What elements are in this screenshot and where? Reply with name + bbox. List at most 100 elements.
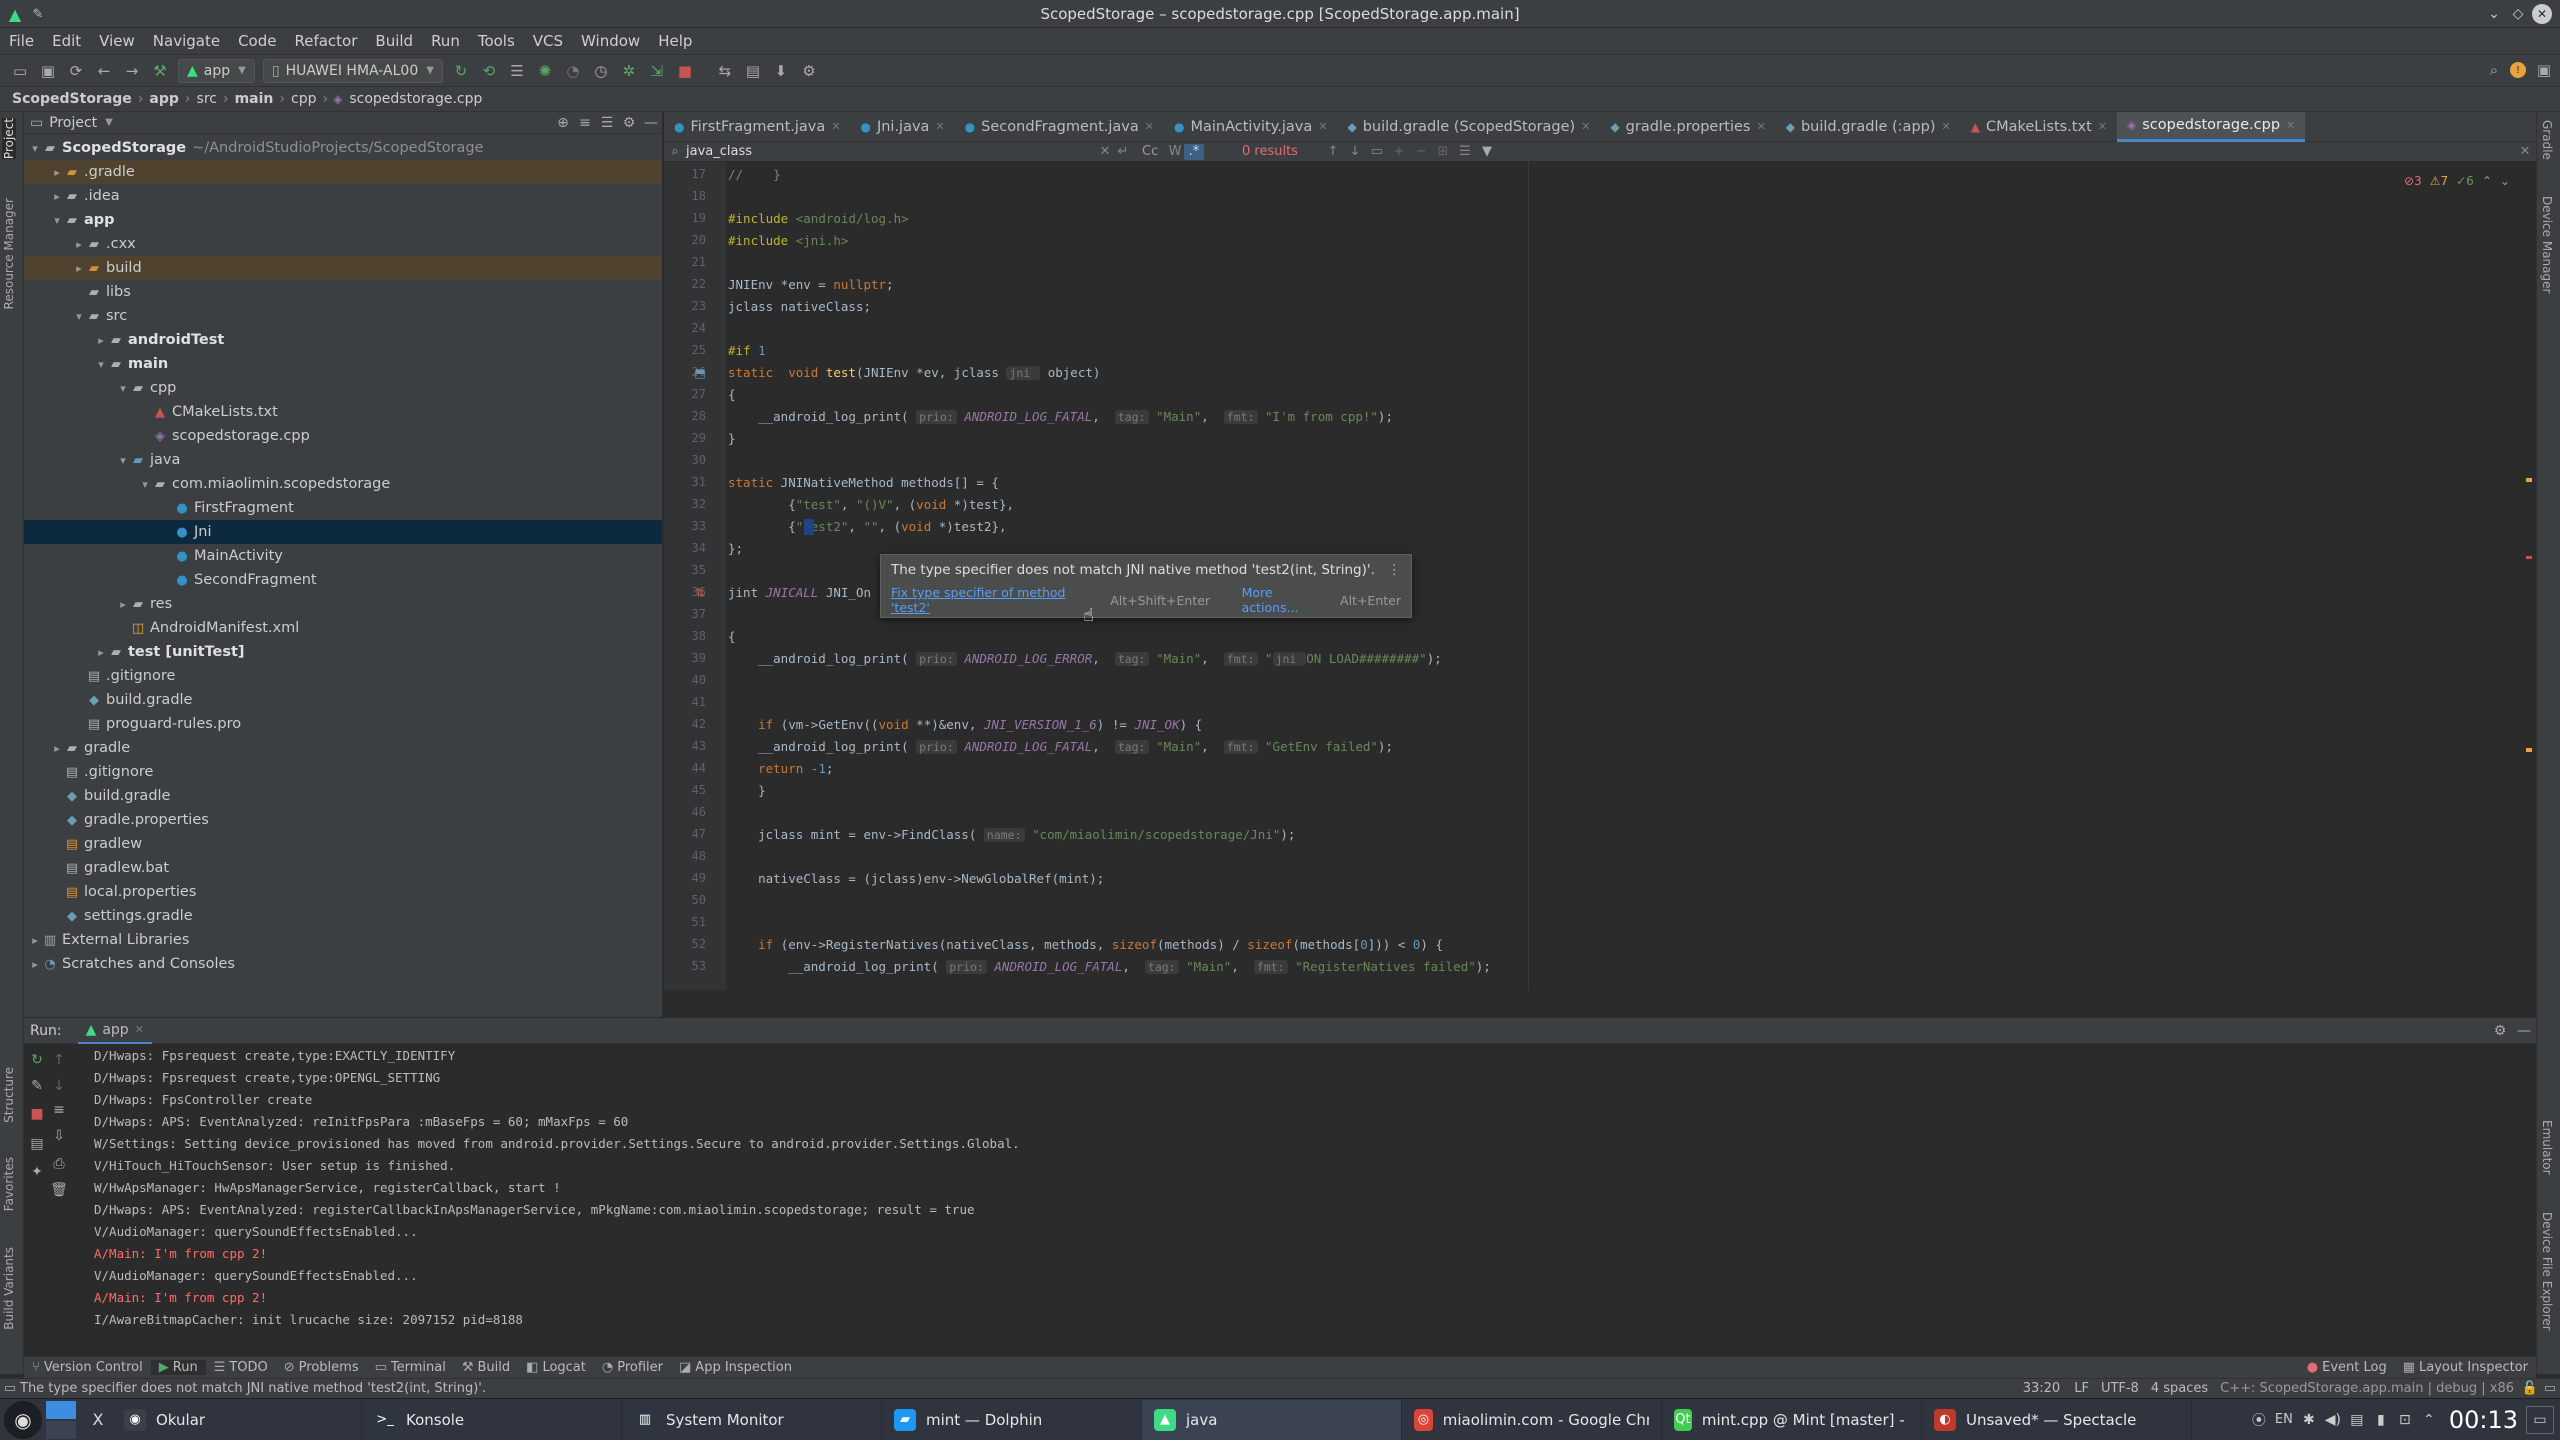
gradle-sync-icon[interactable]: ⇆ <box>712 58 738 84</box>
wrench-icon[interactable]: ✎ <box>28 1076 46 1096</box>
code-line[interactable]: } <box>728 431 736 446</box>
close-tab-icon[interactable]: ✕ <box>1145 120 1154 133</box>
tool-button-run[interactable]: ▶ Run <box>150 1360 206 1375</box>
gear-icon[interactable]: ⚙ <box>2488 1023 2512 1039</box>
code-line[interactable]: nativeClass = (jclass)env->NewGlobalRef(… <box>728 871 1104 886</box>
menu-code[interactable]: Code <box>229 28 285 54</box>
event-log-button[interactable]: ● Event Log <box>2299 1360 2395 1375</box>
chevron-up-icon[interactable]: ⌃ <box>2482 174 2492 188</box>
chevron-right-icon[interactable]: ▸ <box>94 641 108 665</box>
project-tree-item[interactable]: ▤ gradlew <box>24 832 662 856</box>
select-all-icon[interactable]: ⊞ <box>1432 144 1454 159</box>
bluetooth-icon[interactable]: ✱ <box>2297 1412 2321 1428</box>
caret-position[interactable]: 33:20 <box>2015 1381 2068 1396</box>
code-line[interactable]: static JNINativeMethod methods[] = { <box>728 475 999 490</box>
project-tree-item[interactable]: ▤ proguard-rules.pro <box>24 712 662 736</box>
chevron-down-icon[interactable]: ▾ <box>28 137 42 161</box>
tool-button-todo[interactable]: ☰ TODO <box>206 1360 276 1375</box>
project-tree-item[interactable]: ▤ .gitignore <box>24 664 662 688</box>
settings-icon[interactable]: ▣ <box>2531 57 2557 83</box>
build-variants-tool-tab[interactable]: Build Variants <box>2 1247 16 1330</box>
project-tree-item[interactable]: ▸ ▰ test [unitTest] <box>24 640 662 664</box>
clear-icon[interactable]: ✕ <box>1096 144 1114 159</box>
scroll-to-end-icon[interactable]: ⇩ <box>50 1126 68 1146</box>
project-tree-item[interactable]: ▾ ▰ src <box>24 304 662 328</box>
project-tree-item[interactable]: ● MainActivity <box>24 544 662 568</box>
project-tree-item[interactable]: ▸ ▰ res <box>24 592 662 616</box>
chevron-down-icon[interactable]: ⌄ <box>2500 174 2510 188</box>
menu-help[interactable]: Help <box>649 28 701 54</box>
code-line[interactable]: if (env->RegisterNatives(nativeClass, me… <box>728 937 1443 952</box>
tray-security-icon[interactable]: ⦿ <box>2247 1410 2271 1430</box>
chevron-right-icon[interactable]: ▸ <box>116 593 130 617</box>
locate-icon[interactable]: ⊕ <box>552 115 574 131</box>
new-line-icon[interactable]: ↵ <box>1114 144 1132 159</box>
layout-icon[interactable]: ▤ <box>28 1134 46 1154</box>
resource-manager-tool-tab[interactable]: Resource Manager <box>2 198 16 309</box>
project-tree-item[interactable]: ◆ gradle.properties <box>24 808 662 832</box>
tool-button-problems[interactable]: ⊘ Problems <box>276 1360 367 1375</box>
open-folder-icon[interactable]: ▭ <box>7 58 33 84</box>
favorites-tool-tab[interactable]: Favorites <box>2 1157 16 1211</box>
project-tree-item[interactable]: ◆ settings.gradle <box>24 904 662 928</box>
back-icon[interactable]: ← <box>91 58 117 84</box>
taskbar-task[interactable]: ◎ miaolimin.com - Google Chrome <box>1402 1399 1662 1440</box>
menu-navigate[interactable]: Navigate <box>144 28 229 54</box>
status-toggle-icon[interactable]: ▭ <box>0 1381 20 1396</box>
taskbar-task[interactable]: ◉ Okular <box>112 1399 362 1440</box>
resolve-context[interactable]: C++: ScopedStorage.app.main | debug | x8… <box>2214 1381 2520 1396</box>
code-line[interactable]: jint JNICALL JNI_On <box>728 585 871 600</box>
chevron-down-icon[interactable]: ▾ <box>50 209 64 233</box>
menu-view[interactable]: View <box>90 28 144 54</box>
taskbar-task[interactable]: ▰ mint — Dolphin <box>882 1399 1142 1440</box>
code-line[interactable]: #include <android/log.h> <box>728 211 909 226</box>
clipboard-icon[interactable]: ▤ <box>2345 1412 2369 1428</box>
breadcrumb-main[interactable]: main <box>231 91 278 107</box>
editor-tab[interactable]: ◆ build.gradle (:app) ✕ <box>1776 112 1961 142</box>
soft-wrap-icon[interactable]: ≡ <box>50 1100 68 1120</box>
forward-icon[interactable]: → <box>119 58 145 84</box>
project-tree-item[interactable]: ◆ build.gradle <box>24 688 662 712</box>
chevron-down-icon[interactable]: ▼ <box>105 117 113 128</box>
chevron-right-icon[interactable]: ▸ <box>50 737 64 761</box>
close-find-icon[interactable]: ✕ <box>2514 144 2536 159</box>
clock[interactable]: 00:13 <box>2441 1406 2526 1434</box>
rerun-icon[interactable]: ↻ <box>448 58 474 84</box>
expand-all-icon[interactable]: ≡ <box>574 115 596 131</box>
project-tree-item[interactable]: ▾ ▰ java <box>24 448 662 472</box>
up-icon[interactable]: ↑ <box>50 1050 68 1070</box>
hide-icon[interactable]: — <box>2512 1023 2536 1039</box>
remove-selection-icon[interactable]: − <box>1410 144 1432 159</box>
project-tool-tab[interactable]: Project <box>2 118 16 160</box>
taskbar-task[interactable]: ◐ Unsaved* — Spectacle <box>1922 1399 2192 1440</box>
console-output[interactable]: D/Hwaps: Fpsrequest create,type:EXACTLY_… <box>94 1045 2494 1331</box>
apply-changes-icon[interactable]: ⟲ <box>476 58 502 84</box>
code-line[interactable]: JNIEnv *env = nullptr; <box>728 277 894 292</box>
gradle-tool-tab[interactable]: Gradle <box>2540 120 2554 160</box>
down-icon[interactable]: ↓ <box>50 1076 68 1096</box>
structure-tool-tab[interactable]: Structure <box>2 1067 16 1123</box>
indent-setting[interactable]: 4 spaces <box>2145 1381 2214 1396</box>
project-tree-item[interactable]: ▲ CMakeLists.txt <box>24 400 662 424</box>
project-tree-item[interactable]: ▸ ▰ .cxx <box>24 232 662 256</box>
code-line[interactable]: { <box>728 387 736 402</box>
device-select[interactable]: ▯ HUAWEI HMA-AL00 ▼ <box>262 58 443 83</box>
emulator-tool-tab[interactable]: Emulator <box>2540 1120 2554 1175</box>
rerun-icon[interactable]: ↻ <box>28 1050 46 1070</box>
code-line[interactable]: jclass mint = env->FindClass( name: "com… <box>728 827 1295 842</box>
jni-method-gutter-icon[interactable]: ⬒ <box>692 365 708 381</box>
filter-options-icon[interactable]: ☰ <box>1454 144 1476 159</box>
breadcrumb-src[interactable]: src <box>193 91 221 107</box>
profile-icon[interactable]: ◷ <box>588 58 614 84</box>
attach-debugger-icon[interactable]: ✲ <box>616 58 642 84</box>
gear-icon[interactable]: ⚙ <box>618 115 640 131</box>
code-line[interactable]: {"test", "()V", (void *)test}, <box>728 497 1014 512</box>
save-all-icon[interactable]: ▣ <box>35 58 61 84</box>
editor-tab[interactable]: ● MainActivity.java ✕ <box>1164 112 1337 142</box>
make-project-icon[interactable]: ⚒ <box>147 58 173 84</box>
project-tree-item[interactable]: ▰ libs <box>24 280 662 304</box>
editor-tab[interactable]: ● FirstFragment.java ✕ <box>664 112 850 142</box>
code-line[interactable]: __android_log_print( prio: ANDROID_LOG_F… <box>728 959 1491 974</box>
volume-icon[interactable]: ◀) <box>2321 1412 2345 1428</box>
stop-icon[interactable]: ■ <box>28 1104 46 1124</box>
